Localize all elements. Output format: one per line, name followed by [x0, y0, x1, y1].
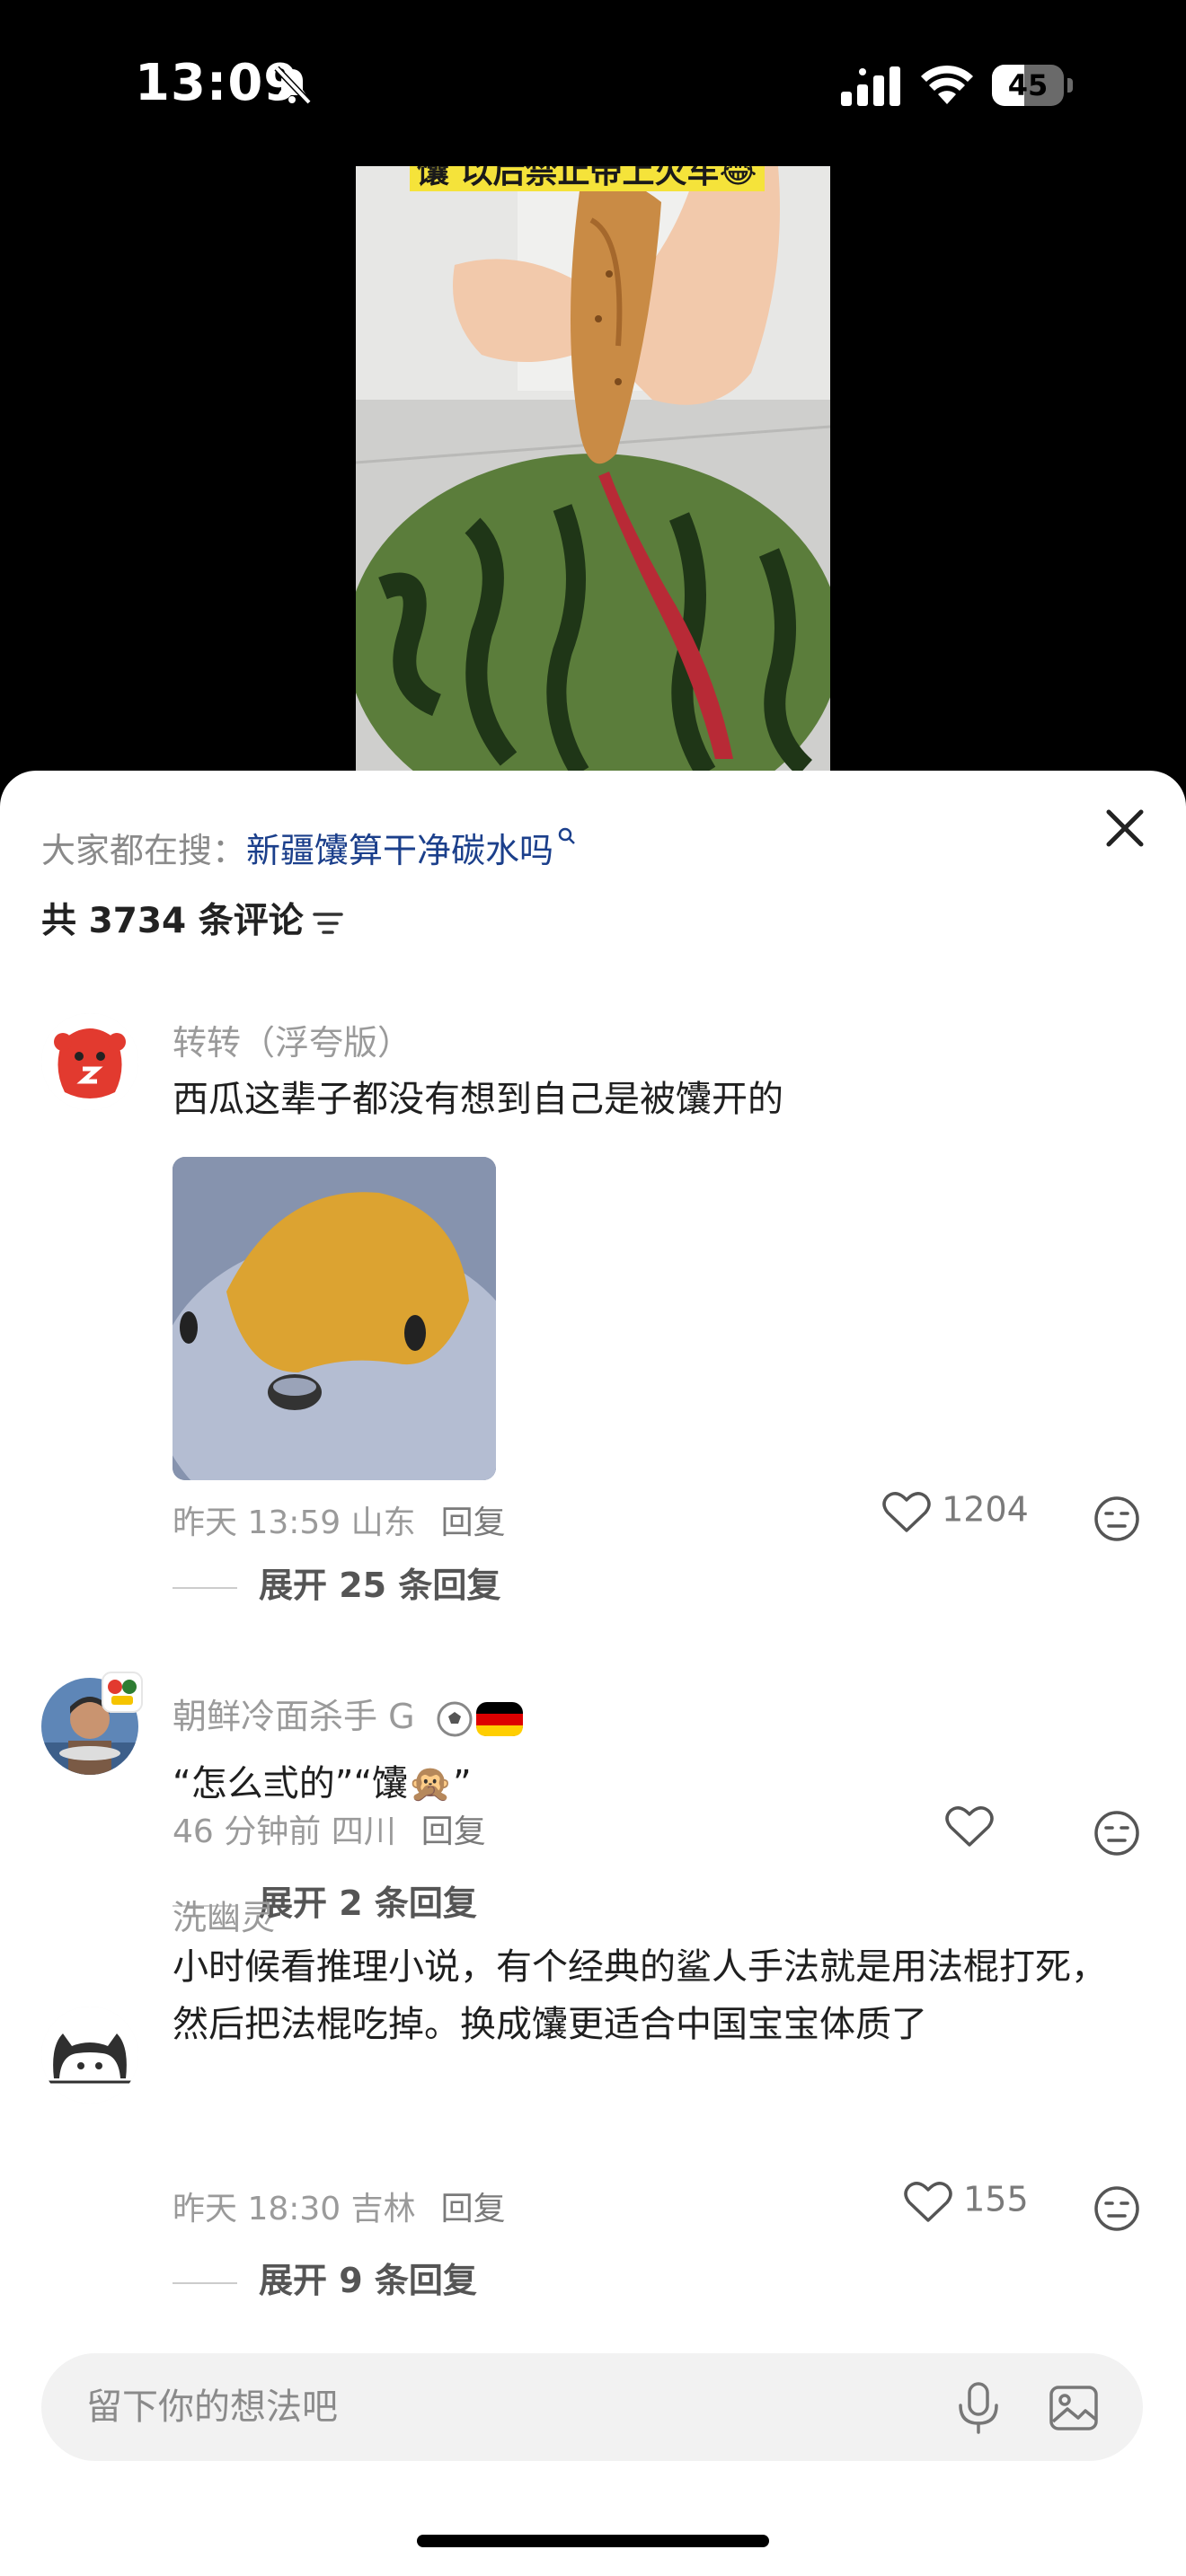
badge-icon [102, 1672, 143, 1713]
comment-input[interactable]: 留下你的想法吧 [41, 2353, 1143, 2461]
heart-icon [904, 2182, 952, 2222]
expand-replies-label: 展开 2 条回复 [259, 1883, 477, 1923]
comment-count: 共 3734 条评论 [41, 901, 304, 941]
soccer-ball-icon [437, 1701, 473, 1736]
germany-flag-icon [475, 1701, 523, 1736]
avatar[interactable] [41, 1013, 138, 1110]
home-indicator [417, 2535, 769, 2547]
comment-time-location: 昨天 13:59 山东 [173, 1504, 416, 1541]
comment-text: 小时候看推理小说，有个经典的鲨人手法就是用法棍打死，然后把法棍吃掉。换成馕更适合… [173, 1946, 1107, 2045]
comment-username[interactable]: 转转（浮夸版） [173, 1015, 412, 1064]
video-preview[interactable]: 馕 以后禁止带上火车😂 [356, 166, 830, 772]
search-icon [558, 827, 575, 844]
like-button[interactable]: 155 [904, 2179, 1029, 2224]
comment-count-row[interactable]: 共 3734 条评论 [41, 893, 343, 943]
like-button[interactable]: 1204 [882, 1489, 1029, 1534]
comment-meta: 46 分钟前 四川 回复 [173, 1805, 486, 1852]
heart-icon [945, 1806, 994, 1847]
image-icon[interactable] [1048, 2382, 1100, 2434]
trending-search-row[interactable]: 大家都在搜：新疆馕算干净碳水吗 [41, 823, 577, 872]
like-count: 1204 [942, 1489, 1029, 1530]
comment-username[interactable]: 朝鲜冷面杀手 G [173, 1689, 525, 1739]
reply-button[interactable]: 回复 [441, 1504, 506, 1541]
heart-icon [882, 1492, 931, 1532]
dislike-face-icon[interactable] [1093, 1495, 1141, 1543]
comment-meta: 昨天 13:59 山东 回复 [173, 1496, 506, 1543]
dislike-face-icon[interactable] [1093, 2184, 1141, 2233]
cellular-signal-icon [841, 66, 900, 106]
avatar[interactable] [41, 2007, 138, 2104]
filter-icon[interactable] [312, 910, 343, 937]
video-frame-image [356, 166, 830, 772]
reply-button[interactable]: 回复 [441, 2191, 506, 2228]
expand-replies-label: 展开 9 条回复 [259, 2261, 477, 2300]
comment-time-location: 昨天 18:30 吉林 [173, 2191, 416, 2228]
comment-text: 西瓜这辈子都没有想到自己是被馕开的 [173, 1079, 783, 1120]
comments-sheet: 大家都在搜：新疆馕算干净碳水吗 共 3734 条评论 转转（浮夸版） 西瓜这辈子… [0, 771, 1186, 2576]
video-caption: 馕 以后禁止带上火车😂 [410, 166, 765, 191]
like-count: 155 [963, 2179, 1029, 2219]
comment-sticker-image[interactable] [173, 1157, 496, 1480]
expand-replies-label: 展开 25 条回复 [259, 1566, 501, 1605]
status-bar: 13:09 45 [0, 0, 1186, 171]
expand-replies[interactable]: 展开 9 条回复 [173, 2253, 477, 2302]
like-button[interactable] [945, 1804, 994, 1848]
microphone-icon[interactable] [952, 2380, 1005, 2436]
comment-username[interactable]: 洗幽灵 [173, 1890, 275, 1939]
trending-search-label: 大家都在搜： [41, 831, 247, 870]
wifi-icon [921, 65, 973, 104]
trending-search-link[interactable]: 新疆馕算干净碳水吗 [246, 831, 553, 870]
battery-indicator: 45 [992, 65, 1075, 106]
comment-meta: 昨天 18:30 吉林 回复 [173, 2183, 506, 2229]
expand-replies[interactable]: 展开 25 条回复 [173, 1557, 500, 1607]
dislike-face-icon[interactable] [1093, 1809, 1141, 1857]
comment-input-placeholder: 留下你的想法吧 [86, 2386, 338, 2428]
comment-username-label: 朝鲜冷面杀手 G [173, 1697, 415, 1736]
reply-button[interactable]: 回复 [421, 1813, 486, 1850]
battery-level: 45 [1007, 68, 1049, 102]
bell-slash-icon [274, 66, 312, 105]
close-icon[interactable] [1102, 805, 1148, 851]
comment-time-location: 46 分钟前 四川 [173, 1813, 396, 1850]
